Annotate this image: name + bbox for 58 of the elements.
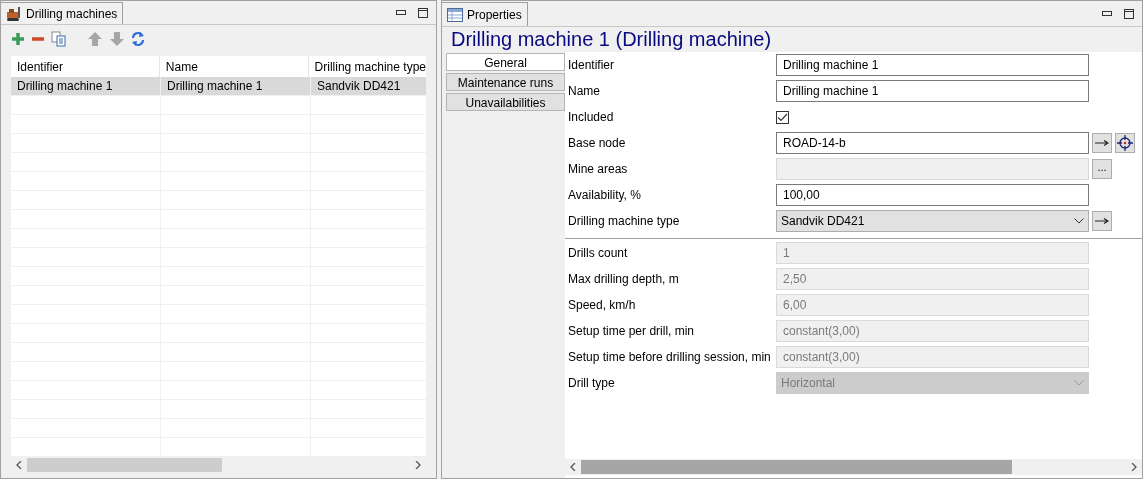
scroll-left-icon[interactable] — [570, 463, 576, 471]
dropdown[interactable]: Sandvik DD421 — [776, 210, 1089, 232]
table-cell-text: Sandvik DD421 — [316, 78, 402, 95]
field-label: Drills count — [567, 245, 629, 262]
checkbox[interactable] — [776, 110, 789, 124]
section-tab[interactable]: Unavailabilities — [446, 93, 565, 111]
refresh-icon[interactable] — [131, 31, 145, 47]
locate-button[interactable] — [1115, 133, 1135, 153]
column-header[interactable]: Drilling machine type — [308, 56, 426, 77]
chevron-down-icon — [1074, 380, 1084, 386]
input-field[interactable]: 100,00 — [776, 184, 1089, 206]
heading: Drilling machine 1 (Drilling machine) — [450, 27, 773, 52]
panel-tab[interactable]: Properties — [442, 2, 528, 26]
dropdown: Horizontal — [776, 372, 1089, 394]
drill-rig-icon — [6, 5, 22, 22]
section-tab[interactable]: General — [446, 53, 565, 71]
field-label: Drilling machine type — [567, 213, 681, 230]
maximize-icon[interactable] — [1124, 8, 1134, 19]
table-icon — [447, 7, 463, 22]
minimize-icon[interactable] — [396, 9, 406, 16]
field-label: Drill type — [567, 375, 616, 392]
field-label: Identifier — [567, 57, 616, 74]
input-field: 2,50 — [776, 268, 1089, 290]
input-field[interactable]: ROAD-14-b — [776, 132, 1089, 154]
field-label: Setup time per drill, min — [567, 323, 696, 340]
arrow-right-icon — [1095, 218, 1109, 224]
copy-icon[interactable] — [51, 31, 67, 47]
minimize-icon[interactable] — [1102, 10, 1112, 17]
arrow-right-icon — [1095, 140, 1109, 146]
table-cell: Drilling machine 1 — [161, 77, 311, 95]
field-label: Mine areas — [567, 161, 629, 178]
chevron-down-icon — [1074, 218, 1084, 224]
input-field: 6,00 — [776, 294, 1089, 316]
field-label: Setup time before drilling session, min — [567, 349, 772, 366]
scroll-right-icon[interactable] — [1131, 463, 1137, 471]
section-tab[interactable]: Maintenance runs — [446, 73, 565, 91]
go-to-button[interactable] — [1092, 133, 1112, 153]
input-field: constant(3,00) — [776, 346, 1089, 368]
input-field[interactable]: Drilling machine 1 — [776, 80, 1089, 102]
field-label: Availability, % — [567, 187, 642, 204]
scroll-right-icon[interactable] — [415, 461, 421, 469]
field-label: Included — [567, 109, 615, 126]
field-label: Speed, km/h — [567, 297, 637, 314]
field-label: Base node — [567, 135, 627, 152]
table-cell: Drilling machine 1 — [11, 77, 161, 95]
input-field[interactable]: Drilling machine 1 — [776, 54, 1089, 76]
panel-tab[interactable]: Drilling machines — [1, 2, 124, 24]
scroll-left-icon[interactable] — [16, 461, 22, 469]
crosshair-icon — [1117, 135, 1133, 151]
input-field: 1 — [776, 242, 1089, 264]
maximize-icon[interactable] — [418, 7, 428, 18]
horizontal-scrollbar[interactable] — [565, 459, 1142, 475]
field-label: Name — [567, 83, 601, 100]
table-row[interactable]: Drilling machine 1 Drilling machine 1 Sandvik DD421 — [11, 77, 426, 96]
go-to-button[interactable] — [1092, 211, 1112, 231]
input-field: constant(3,00) — [776, 320, 1089, 342]
add-icon[interactable] — [11, 32, 25, 46]
field-label: Max drilling depth, m — [567, 271, 680, 288]
